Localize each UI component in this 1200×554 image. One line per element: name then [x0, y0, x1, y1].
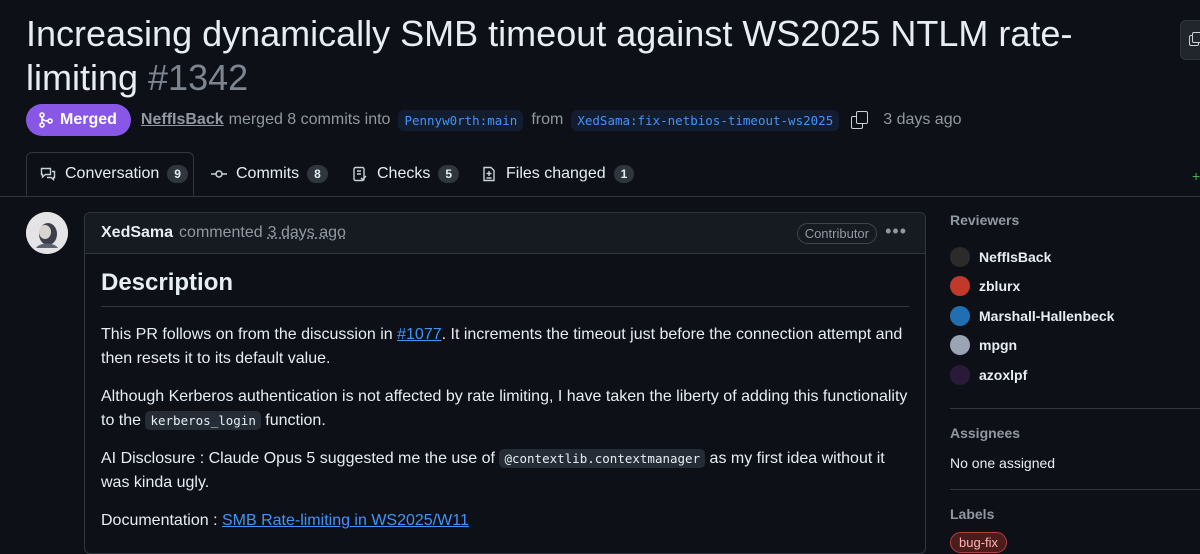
reviewer-name: NeffIsBack: [979, 249, 1051, 265]
divider: [950, 489, 1200, 490]
commits-count: 8: [307, 165, 328, 183]
comment-body: Description This PR follows on from the …: [85, 254, 925, 533]
reviewer-item[interactable]: mpgn: [950, 331, 1190, 361]
reviewers-heading[interactable]: Reviewers: [950, 212, 1190, 228]
labels-heading[interactable]: Labels: [950, 506, 1190, 522]
tab-files-changed[interactable]: Files changed 1: [480, 152, 634, 196]
from-text: from: [531, 111, 563, 129]
divider: [950, 408, 1200, 409]
files-changed-count: 1: [614, 165, 635, 183]
inline-code: @contextlib.contextmanager: [499, 449, 705, 468]
contributor-badge: Contributor: [797, 223, 877, 244]
avatar[interactable]: [26, 212, 68, 254]
tab-conversation[interactable]: Conversation 9: [26, 152, 194, 196]
assignees-value: No one assigned: [950, 455, 1190, 471]
file-diff-icon: [480, 165, 498, 183]
tab-checks[interactable]: Checks 5: [351, 152, 459, 196]
comment-header: XedSama commented 3 days ago Contributor…: [85, 213, 925, 254]
pr-number: #1342: [148, 57, 248, 98]
comment-discussion-icon: [39, 165, 57, 183]
pr-tabs: Conversation 9 Commits 8 Checks 5 Files cha…: [0, 152, 1200, 197]
pr-meta: Merged NeffIsBack merged 8 commits into …: [26, 104, 962, 136]
inline-code: kerberos_login: [145, 411, 260, 430]
merged-status-badge: Merged: [26, 104, 131, 136]
reviewer-name: mpgn: [979, 337, 1017, 353]
reviewer-item[interactable]: azoxlpf: [950, 360, 1190, 390]
documentation-link[interactable]: SMB Rate-limiting in WS2025/W11: [222, 512, 469, 529]
assignees-heading[interactable]: Assignees: [950, 425, 1190, 441]
head-branch[interactable]: XedSama:fix-netbios-timeout-ws2025: [571, 110, 839, 131]
merge-author-link[interactable]: NeffIsBack: [141, 111, 224, 129]
comment-author[interactable]: XedSama: [101, 224, 173, 242]
comment-action: commented: [179, 224, 263, 242]
copy-branch-icon[interactable]: [851, 111, 869, 129]
reviewer-item[interactable]: NeffIsBack: [950, 242, 1190, 272]
comment-time[interactable]: 3 days ago: [268, 224, 346, 242]
paragraph-3: AI Disclosure : Claude Opus 5 suggested …: [101, 447, 909, 495]
sidebar: Reviewers NeffIsBack zblurx Marshall-Halle…: [950, 212, 1190, 553]
comment-box: XedSama commented 3 days ago Contributor…: [84, 212, 926, 554]
reviewers-list: NeffIsBack zblurx Marshall-Hallenbeck mpgn a…: [950, 242, 1190, 390]
description-heading: Description: [101, 268, 909, 307]
reviewer-name: azoxlpf: [979, 367, 1027, 383]
reviewer-avatar: [950, 247, 970, 267]
reviewer-name: Marshall-Hallenbeck: [979, 308, 1114, 324]
paragraph-4: Documentation : SMB Rate-limiting in WS2…: [101, 509, 909, 533]
pr-title: Increasing dynamically SMB timeout again…: [26, 12, 1166, 100]
checklist-icon: [351, 165, 369, 183]
base-branch[interactable]: Pennyw0rth:main: [398, 110, 523, 131]
copy-link-button[interactable]: [1180, 20, 1200, 60]
conversation-count: 9: [167, 165, 188, 183]
kebab-menu-icon[interactable]: •••: [885, 221, 907, 242]
merge-time: 3 days ago: [883, 111, 961, 129]
reviewer-avatar: [950, 306, 970, 326]
checks-count: 5: [438, 165, 459, 183]
reviewer-avatar: [950, 335, 970, 355]
issue-link[interactable]: #1077: [397, 326, 442, 343]
plus-indicator: +: [1192, 168, 1200, 184]
reviewer-avatar: [950, 276, 970, 296]
merge-icon: [38, 112, 54, 128]
reviewer-item[interactable]: zblurx: [950, 272, 1190, 302]
tab-commits[interactable]: Commits 8: [210, 152, 328, 196]
reviewer-name: zblurx: [979, 278, 1020, 294]
paragraph-1: This PR follows on from the discussion i…: [101, 323, 909, 371]
merged-text: merged 8 commits into: [229, 111, 391, 129]
reviewer-item[interactable]: Marshall-Hallenbeck: [950, 301, 1190, 331]
commit-icon: [210, 165, 228, 183]
reviewer-avatar: [950, 365, 970, 385]
paragraph-2: Although Kerberos authentication is not …: [101, 385, 909, 433]
pr-title-row: Increasing dynamically SMB timeout again…: [26, 12, 1166, 100]
